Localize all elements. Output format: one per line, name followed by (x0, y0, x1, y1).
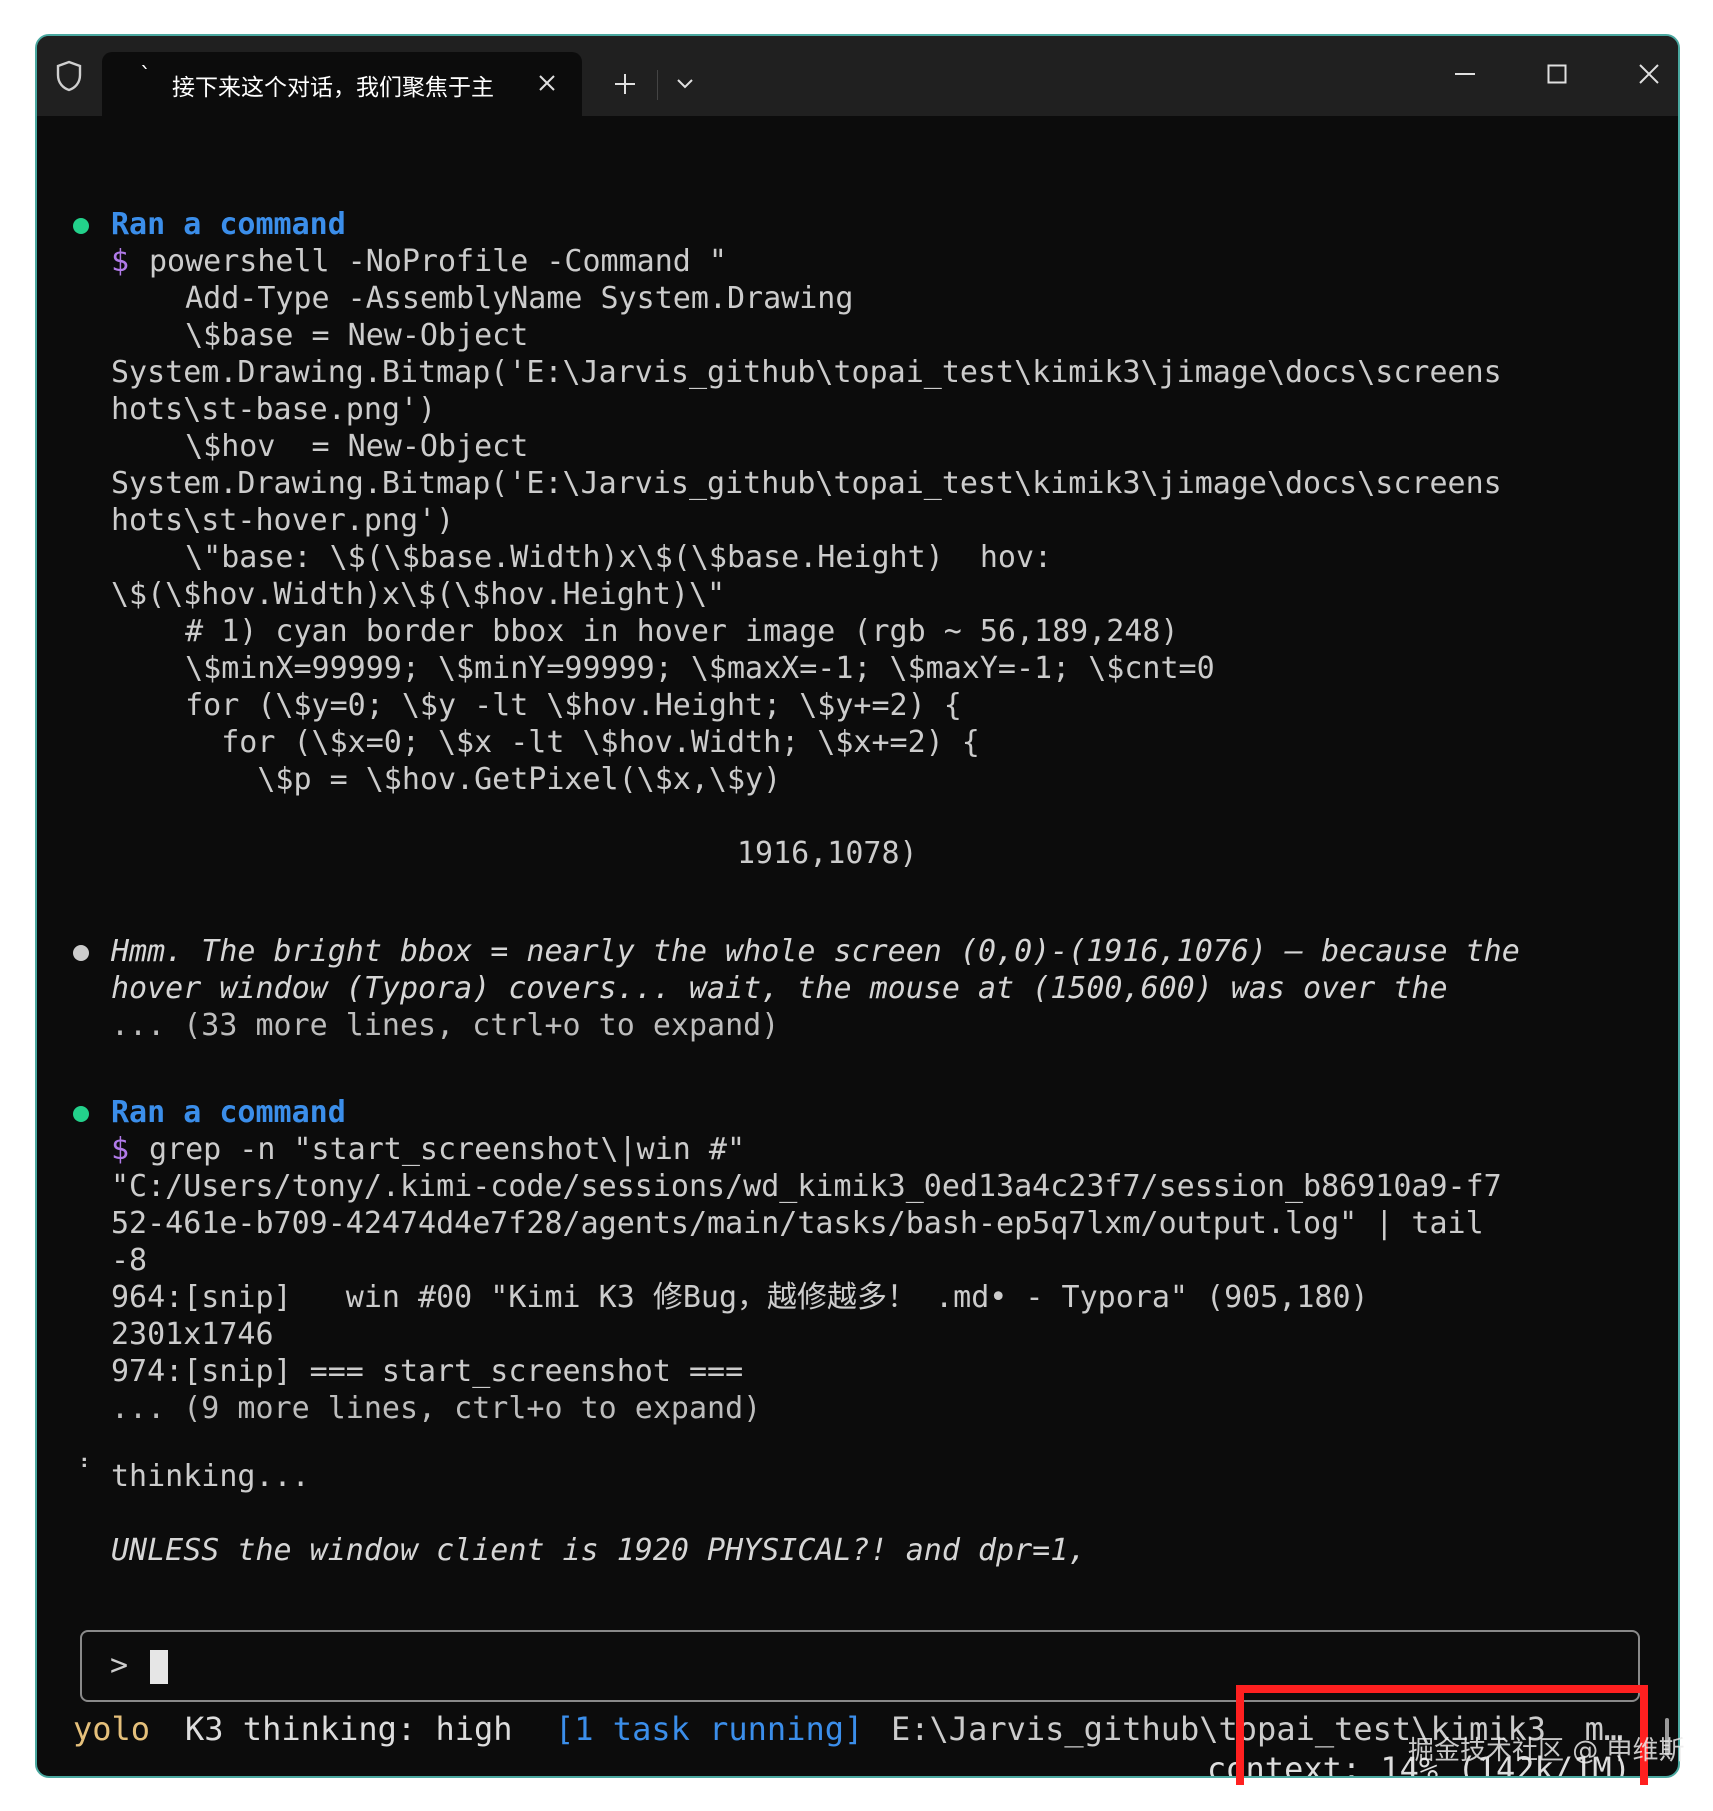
command-line: # 1) cyan border bbox in hover image (rg… (149, 614, 1179, 649)
mode-indicator: yolo (73, 1710, 151, 1748)
divider (657, 70, 658, 100)
terminal-window: ` 接下来这个对话，我们聚焦于主 Ran a command $ powersh… (35, 34, 1680, 1778)
tab-spinner-icon: ` (140, 64, 151, 89)
command-line: for (\$y=0; \$y -lt \$hov.Height; \$y+=2… (149, 688, 962, 723)
command-output: 964:[snip] win #00 "Kimi K3 修Bug，越修越多！ .… (111, 1280, 1369, 1315)
command-output: 974:[snip] === start_screenshot === (111, 1354, 744, 1389)
command-line: for (\$x=0; \$x -lt \$hov.Width; \$x+=2)… (149, 725, 980, 760)
command-line: hots\st-hover.png') (111, 503, 455, 538)
command-line: \$hov = New-Object (149, 429, 529, 464)
block-header: Ran a command (111, 207, 346, 242)
minimize-icon[interactable] (1443, 54, 1487, 94)
close-icon[interactable] (530, 66, 564, 100)
model-status: K3 thinking: high (185, 1710, 513, 1748)
command-line: 52-461e-b709-42474d4e7f28/agents/main/ta… (111, 1206, 1484, 1241)
title-bar: ` 接下来这个对话，我们聚焦于主 (37, 36, 1678, 116)
input-prompt: > (110, 1648, 129, 1683)
maximize-icon[interactable] (1535, 54, 1579, 94)
command-line: powershell -NoProfile -Command " (149, 244, 727, 279)
block-header: Ran a command (111, 1095, 346, 1130)
close-window-icon[interactable] (1627, 54, 1671, 94)
status-dot-icon (73, 1106, 89, 1122)
command-line: System.Drawing.Bitmap('E:\Jarvis_github\… (111, 355, 1502, 390)
command-output: 2301x1746 (111, 1317, 274, 1352)
command-line: System.Drawing.Bitmap('E:\Jarvis_github\… (111, 466, 1502, 501)
command-line: "C:/Users/tony/.kimi-code/sessions/wd_ki… (111, 1169, 1502, 1204)
tab-title: 接下来这个对话，我们聚焦于主 (172, 75, 494, 101)
command-line: \$(\$hov.Width)x\$(\$hov.Height)\" (111, 577, 726, 612)
shield-icon[interactable] (51, 58, 87, 94)
expand-hint[interactable]: ... (33 more lines, ctrl+o to expand) (111, 1007, 779, 1044)
terminal-output: Ran a command $ powershell -NoProfile -C… (37, 116, 1678, 1776)
plus-icon[interactable] (607, 66, 643, 102)
command-line: -8 (111, 1243, 148, 1278)
spinner-icon: ⠘ (73, 1456, 90, 1481)
command-line: hots\st-base.png') (111, 392, 437, 427)
expand-hint[interactable]: ... (9 more lines, ctrl+o to expand) (111, 1390, 761, 1427)
text-cursor (150, 1650, 168, 1684)
thinking-label: thinking... (111, 1459, 310, 1494)
command-line: Add-Type -AssemblyName System.Drawing (149, 281, 854, 316)
chevron-down-icon[interactable] (667, 66, 703, 102)
command-output: 1916,1078) (737, 836, 918, 871)
command-line: \$p = \$hov.GetPixel(\$x,\$y) (149, 762, 782, 797)
command-line: grep -n "start_screenshot\|win #" (149, 1132, 746, 1167)
shell-prompt: $ (111, 1132, 130, 1167)
watermark: 掘金技术社区 @ 申维斯 (1408, 1736, 1685, 1766)
command-line: \$base = New-Object (149, 318, 529, 353)
command-line: \"base: \$(\$base.Width)x\$(\$base.Heigh… (149, 540, 1053, 575)
note-line: hover window (Typora) covers... wait, th… (111, 971, 1448, 1006)
status-dot-icon (73, 945, 89, 961)
task-status: [1 task running] (555, 1710, 864, 1748)
status-dot-icon (73, 218, 89, 234)
thinking-text: UNLESS the window client is 1920 PHYSICA… (111, 1533, 1087, 1568)
shell-prompt: $ (111, 244, 130, 279)
command-line: \$minX=99999; \$minY=99999; \$maxX=-1; \… (149, 651, 1215, 686)
tab-active[interactable]: ` 接下来这个对话，我们聚焦于主 (102, 52, 582, 116)
note-line: Hmm. The bright bbox = nearly the whole … (111, 934, 1520, 969)
